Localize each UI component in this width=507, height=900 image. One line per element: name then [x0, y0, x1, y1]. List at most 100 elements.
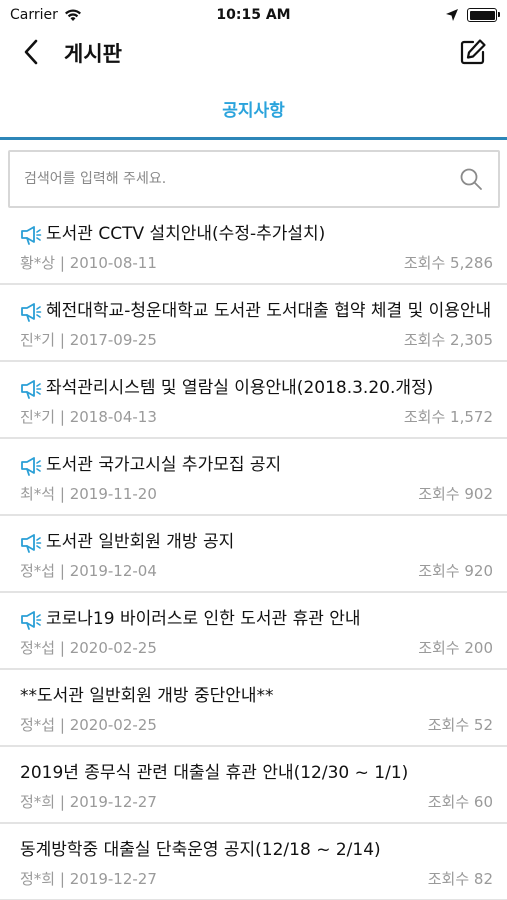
- item-views: 조회수 920: [418, 562, 493, 580]
- list-item[interactable]: 코로나19 바이러스로 인한 도서관 휴관 안내정*섭 | 2020-02-25…: [0, 593, 507, 670]
- megaphone-icon: [21, 534, 42, 553]
- tab-notices-label: 공지사항: [222, 101, 285, 121]
- item-views: 조회수 200: [418, 639, 493, 657]
- item-author-date: 정*섭 | 2020-02-25: [20, 637, 157, 658]
- search-input[interactable]: [24, 171, 458, 187]
- edit-icon: [460, 39, 486, 65]
- item-title: 혜전대학교-청운대학교 도서관 도서대출 협약 체결 및 이용안내: [46, 301, 492, 321]
- meta-separator: |: [55, 562, 70, 580]
- meta-separator: |: [55, 870, 70, 888]
- item-author: 정*섭: [20, 562, 56, 580]
- item-meta: 정*희 | 2019-12-27 조회수 82: [20, 868, 493, 889]
- item-title: 좌석관리시스템 및 열람실 이용안내(2018.3.20.개정): [46, 378, 434, 398]
- item-meta: 진*기 | 2018-04-13 조회수 1,572: [20, 406, 493, 427]
- list-item[interactable]: 도서관 CCTV 설치안내(수정-추가설치) 황*상 | 2010-08-11 조회…: [0, 208, 507, 285]
- write-post-button[interactable]: [457, 36, 489, 68]
- location-arrow-icon: [446, 9, 458, 21]
- item-meta: 정*섭 | 2020-02-25 조회수 200: [20, 637, 493, 658]
- battery-level: [469, 10, 495, 20]
- item-author-date: 정*섭 | 2019-12-04: [20, 560, 157, 581]
- item-title-row: 혜전대학교-청운대학교 도서관 도서대출 협약 체결 및 이용안내: [20, 299, 493, 323]
- megaphone-icon: [21, 457, 42, 476]
- list-item[interactable]: 혜전대학교-청운대학교 도서관 도서대출 협약 체결 및 이용안내진*기 | 2…: [0, 285, 507, 362]
- item-date: 2019-12-27: [69, 870, 157, 888]
- item-meta: 황*상 | 2010-08-11 조회수 5,286: [20, 252, 493, 273]
- status-left: Carrier: [10, 7, 190, 23]
- megaphone-icon: [21, 303, 42, 322]
- chevron-left-icon: [24, 39, 38, 65]
- item-title: 도서관 CCTV 설치안내(수정-추가설치): [46, 224, 326, 244]
- item-views: 조회수 82: [427, 870, 493, 888]
- item-date: 2018-04-13: [69, 408, 157, 426]
- item-title: **도서관 일반회원 개방 중단안내**: [20, 686, 274, 706]
- meta-separator: |: [55, 254, 70, 272]
- list-item[interactable]: 좌석관리시스템 및 열람실 이용안내(2018.3.20.개정) 진*기 | 20…: [0, 362, 507, 439]
- item-title: 도서관 일반회원 개방 공지: [46, 532, 235, 552]
- item-date: 2020-02-25: [69, 639, 157, 657]
- navigation-bar: 게시판: [0, 30, 507, 74]
- item-meta: 최*석 | 2019-11-20 조회수 902: [20, 483, 493, 504]
- meta-separator: |: [55, 716, 70, 734]
- item-date: 2019-12-04: [69, 562, 157, 580]
- megaphone-icon: [21, 611, 42, 630]
- item-author-date: 정*섭 | 2020-02-25: [20, 714, 157, 735]
- item-author-date: 황*상 | 2010-08-11: [20, 252, 157, 273]
- item-author: 진*기: [20, 408, 56, 426]
- item-views: 조회수 52: [427, 716, 493, 734]
- item-views: 조회수 902: [418, 485, 493, 503]
- meta-separator: |: [55, 639, 70, 657]
- item-views: 조회수 2,305: [403, 331, 493, 349]
- item-title: 동계방학중 대출실 단축운영 공지(12/18 ~ 2/14): [20, 840, 381, 860]
- status-time: 10:15 AM: [216, 7, 291, 23]
- item-date: 2017-09-25: [69, 331, 157, 349]
- item-date: 2019-12-27: [69, 793, 157, 811]
- item-views: 조회수 5,286: [403, 254, 493, 272]
- tab-underline: [0, 137, 507, 140]
- item-title: 도서관 국가고시실 추가모집 공지: [46, 455, 282, 475]
- item-title-row: 도서관 CCTV 설치안내(수정-추가설치): [20, 222, 493, 246]
- item-title-row: 2019년 종무식 관련 대출실 휴관 안내(12/30 ~ 1/1): [20, 761, 493, 785]
- item-author-date: 최*석 | 2019-11-20: [20, 483, 157, 504]
- item-views: 조회수 60: [427, 793, 493, 811]
- list-item[interactable]: 동계방학중 대출실 단축운영 공지(12/18 ~ 2/14) 정*희 | 201…: [0, 824, 507, 900]
- item-date: 2020-02-25: [69, 716, 157, 734]
- meta-separator: |: [55, 793, 70, 811]
- page-title: 게시판: [64, 42, 122, 66]
- item-title-row: 도서관 일반회원 개방 공지: [20, 530, 493, 554]
- item-author: 정*섭: [20, 639, 56, 657]
- item-date: 2019-11-20: [69, 485, 157, 503]
- meta-separator: |: [55, 485, 70, 503]
- list-item[interactable]: 도서관 일반회원 개방 공지정*섭 | 2019-12-04 조회수 920: [0, 516, 507, 593]
- item-title: 2019년 종무식 관련 대출실 휴관 안내(12/30 ~ 1/1): [20, 763, 409, 783]
- list-item[interactable]: 도서관 국가고시실 추가모집 공지최*석 | 2019-11-20 조회수 902: [0, 439, 507, 516]
- item-date: 2010-08-11: [69, 254, 157, 272]
- status-right: [317, 8, 500, 22]
- search-icon: [460, 168, 482, 190]
- item-author: 정*희: [20, 793, 56, 811]
- megaphone-icon: [21, 380, 42, 399]
- item-title-row: 도서관 국가고시실 추가모집 공지: [20, 453, 493, 477]
- list-item[interactable]: 2019년 종무식 관련 대출실 휴관 안내(12/30 ~ 1/1) 정*희 |…: [0, 747, 507, 824]
- item-author: 정*희: [20, 870, 56, 888]
- back-button[interactable]: [16, 36, 46, 68]
- item-meta: 정*섭 | 2019-12-04 조회수 920: [20, 560, 493, 581]
- battery-icon: [467, 8, 500, 22]
- search-button[interactable]: [458, 166, 484, 192]
- notice-list: 도서관 CCTV 설치안내(수정-추가설치) 황*상 | 2010-08-11 조회…: [0, 208, 507, 900]
- item-meta: 정*섭 | 2020-02-25 조회수 52: [20, 714, 493, 735]
- item-meta: 진*기 | 2017-09-25 조회수 2,305: [20, 329, 493, 350]
- item-title: 코로나19 바이러스로 인한 도서관 휴관 안내: [46, 609, 361, 629]
- list-item[interactable]: **도서관 일반회원 개방 중단안내** 정*섭 | 2020-02-25 조회수 …: [0, 670, 507, 747]
- carrier-label: Carrier: [10, 7, 58, 23]
- item-author: 황*상: [20, 254, 56, 272]
- search-box: [8, 150, 500, 208]
- item-author: 정*섭: [20, 716, 56, 734]
- meta-separator: |: [55, 408, 70, 426]
- item-views: 조회수 1,572: [403, 408, 493, 426]
- megaphone-icon: [21, 226, 42, 245]
- item-title-row: 동계방학중 대출실 단축운영 공지(12/18 ~ 2/14): [20, 838, 493, 862]
- tab-notices[interactable]: 공지사항: [0, 88, 507, 140]
- item-author-date: 진*기 | 2017-09-25: [20, 329, 157, 350]
- item-title-row: 좌석관리시스템 및 열람실 이용안내(2018.3.20.개정): [20, 376, 493, 400]
- item-title-row: 코로나19 바이러스로 인한 도서관 휴관 안내: [20, 607, 493, 631]
